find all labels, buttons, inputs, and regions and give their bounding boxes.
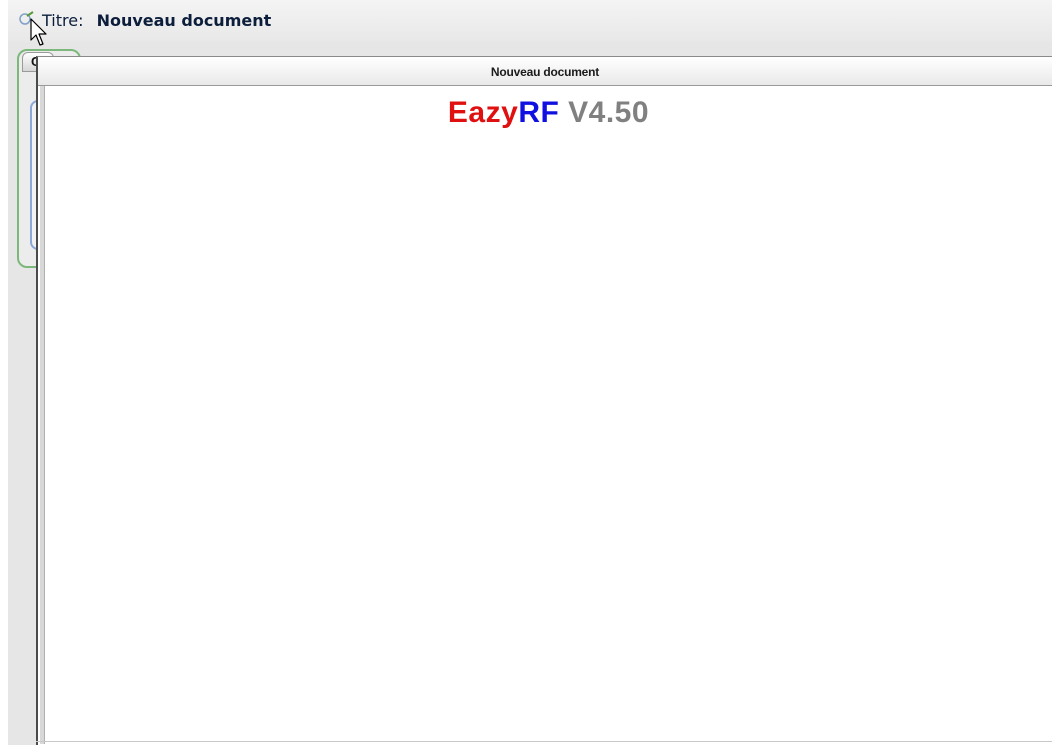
mouse-pointer-icon — [30, 18, 47, 46]
title-value: Nouveau document — [96, 11, 272, 30]
app-logo: EazyRF V4.50 — [45, 96, 1052, 130]
logo-eazy: Eazy — [447, 96, 519, 129]
document-title: Titre: Nouveau document — [42, 11, 271, 30]
title-key-label: Titre: — [42, 11, 84, 30]
logo-rf: RF — [518, 96, 560, 129]
document-window: Nouveau document EazyRF V4.50 — [36, 56, 1052, 745]
document-canvas[interactable]: EazyRF V4.50 — [45, 86, 1052, 745]
document-window-title: Nouveau document — [490, 65, 600, 79]
app-window: Titre: Nouveau document C Nouveau docume… — [0, 0, 1052, 745]
logo-version: V4.50 — [568, 96, 650, 129]
document-window-header[interactable]: Nouveau document — [38, 57, 1052, 86]
left-edge — [0, 0, 8, 745]
bottom-divider — [36, 741, 1052, 742]
